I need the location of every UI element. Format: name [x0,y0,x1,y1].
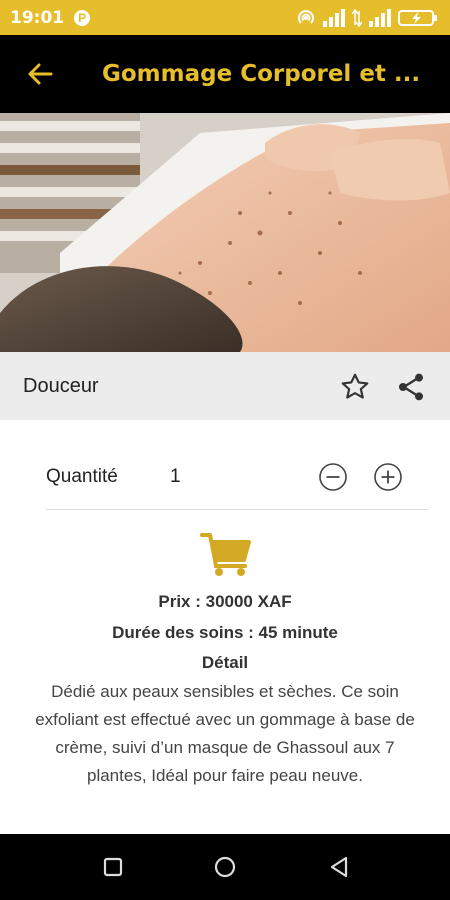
battery-icon [398,9,437,26]
status-bar: 19:01 P [0,0,450,35]
add-to-cart-button[interactable] [200,530,252,578]
quantity-label: Quantité [46,466,118,487]
circle-icon [214,856,236,878]
share-icon [399,373,423,401]
product-name: Douceur [23,374,99,397]
triangle-back-icon [330,856,348,878]
arrow-left-icon [28,63,53,85]
status-icons [296,8,440,27]
back-button[interactable] [0,35,80,113]
minus-circle-icon [319,463,347,491]
recents-button[interactable] [100,854,126,880]
square-icon [103,857,123,877]
star-outline-icon [341,373,369,399]
signal-2-icon [369,8,391,27]
detail-description: Dédié aux peaux sensibles et sèches. Ce … [35,682,415,785]
product-header: Douceur [0,352,450,420]
plus-circle-icon [374,463,402,491]
quantity-row: Quantité 1 [46,450,428,510]
app-notification-icon: P [74,9,91,26]
data-arrows-icon [352,8,362,27]
detail-heading: Détail [201,653,249,672]
status-time: 19:01 [10,7,65,28]
hero-image [0,113,450,352]
quantity-value: 1 [170,466,181,487]
price-text: Prix : 30000 XAF [158,592,292,611]
signal-icon [323,8,345,27]
hero-photo [0,113,450,352]
decrement-button[interactable] [318,462,348,492]
system-nav-bar [0,834,450,900]
system-back-button[interactable] [326,854,352,880]
page-title: Gommage Corporel et ... [102,61,421,87]
increment-button[interactable] [373,462,403,492]
app-bar: Gommage Corporel et ... [0,35,450,113]
hotspot-icon [298,9,314,24]
share-button[interactable] [395,371,427,403]
duration-text: Durée des soins : 45 minute [112,623,338,642]
cart-icon [200,533,251,576]
home-button[interactable] [212,854,238,880]
product-info: Prix : 30000 XAF Durée des soins : 45 mi… [30,588,420,790]
favorite-button[interactable] [339,371,371,403]
